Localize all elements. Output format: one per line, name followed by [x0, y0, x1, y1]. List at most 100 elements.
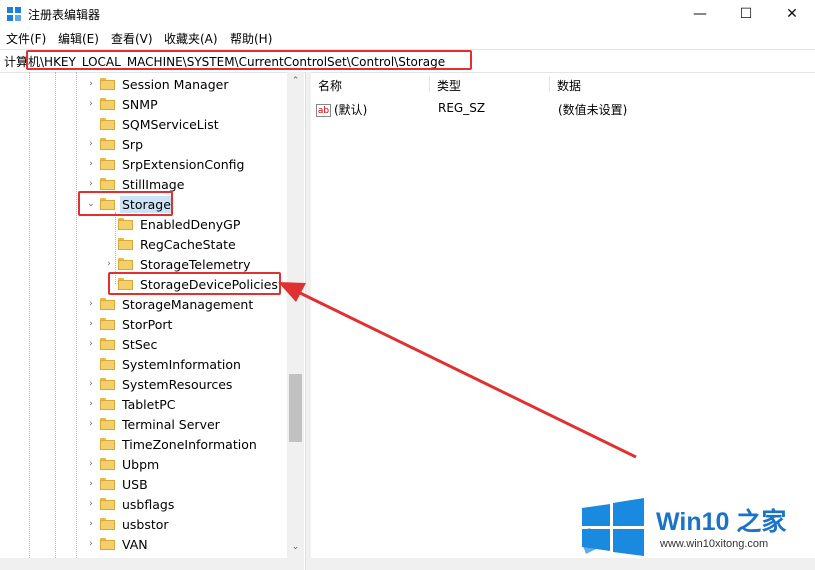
tree-scrollbar[interactable]: ⌃ ⌄ [287, 72, 304, 558]
tree-item-label: RegCacheState [140, 236, 236, 252]
scroll-up-icon[interactable]: ⌃ [287, 72, 304, 89]
storage-device-policies-highlight-box [108, 272, 281, 295]
folder-icon [100, 158, 115, 170]
tree-guide-line [55, 72, 56, 558]
watermark: Win10 之家 www.win10xitong.com [582, 496, 810, 560]
tree-item[interactable]: TimeZoneInformation [86, 434, 259, 454]
tree-item[interactable]: › Ubpm [86, 454, 161, 474]
tree-item-label: SystemInformation [122, 356, 241, 372]
minimize-icon: — [693, 6, 707, 22]
chevron-right-icon[interactable]: › [86, 77, 96, 91]
minimize-button[interactable]: — [677, 0, 723, 28]
value-data: (数值未设置) [558, 103, 628, 117]
folder-icon [100, 178, 115, 190]
tree-item[interactable]: › USB [86, 474, 150, 494]
close-button[interactable]: ✕ [769, 0, 815, 28]
tree-item[interactable]: SQMServiceList [86, 114, 221, 134]
tree-item[interactable]: › StSec [86, 334, 159, 354]
chevron-right-icon[interactable]: › [86, 397, 96, 411]
folder-icon [100, 138, 115, 150]
chevron-right-icon[interactable]: › [86, 297, 96, 311]
tree-item[interactable]: › SrpExtensionConfig [86, 154, 246, 174]
folder-icon [100, 118, 115, 130]
menu-view[interactable]: 查看(V) [111, 30, 153, 47]
column-separator[interactable] [429, 76, 430, 92]
folder-icon [100, 298, 115, 310]
value-list-header: 名称 类型 数据 [311, 72, 815, 96]
chevron-right-icon[interactable]: › [86, 457, 96, 471]
folder-icon [100, 318, 115, 330]
tree-item[interactable]: › StorageManagement [86, 294, 255, 314]
tree-guide-line [29, 72, 30, 558]
chevron-right-icon[interactable]: › [86, 417, 96, 431]
tree-item-label: StorPort [122, 316, 173, 332]
tree-item[interactable]: › TabletPC [86, 394, 178, 414]
chevron-right-icon[interactable]: › [86, 337, 96, 351]
regedit-app-icon [7, 7, 21, 21]
tree-item[interactable]: › Terminal Server [86, 414, 222, 434]
tree-item-label: EnabledDenyGP [140, 216, 241, 232]
chevron-right-icon[interactable]: › [86, 497, 96, 511]
column-header-data[interactable]: 数据 [557, 77, 581, 94]
tree-item[interactable]: › VAN [86, 534, 150, 554]
string-value-icon: ab [316, 104, 331, 117]
folder-icon [100, 398, 115, 410]
tree-item[interactable]: › Srp [86, 134, 145, 154]
folder-icon [100, 98, 115, 110]
scroll-thumb[interactable] [289, 374, 302, 442]
tree-item[interactable]: › StorPort [86, 314, 174, 334]
folder-icon [100, 458, 115, 470]
menu-edit[interactable]: 编辑(E) [58, 30, 99, 47]
chevron-right-icon[interactable]: › [86, 377, 96, 391]
tree-item-label: SNMP [122, 96, 158, 112]
table-row[interactable]: ab (默认) REG_SZ (数值未设置) [311, 98, 815, 118]
tree-item[interactable]: › SNMP [86, 94, 160, 114]
chevron-right-icon[interactable]: › [86, 177, 96, 191]
windows-logo-icon [582, 498, 644, 556]
menu-file[interactable]: 文件(F) [6, 30, 46, 47]
arrow-shaft [297, 290, 637, 459]
folder-icon [118, 238, 133, 250]
scroll-down-icon[interactable]: ⌄ [287, 538, 304, 555]
tree-item[interactable]: › usbflags [86, 494, 176, 514]
chevron-right-icon[interactable]: › [104, 257, 114, 271]
tree-item-label: Ubpm [122, 456, 160, 472]
folder-icon [100, 498, 115, 510]
menu-favorites[interactable]: 收藏夹(A) [164, 30, 218, 47]
value-name: (默认) [334, 103, 368, 117]
pane-splitter[interactable] [305, 72, 311, 570]
tree-item-label: TimeZoneInformation [122, 436, 257, 452]
chevron-right-icon[interactable]: › [86, 517, 96, 531]
chevron-right-icon[interactable]: › [86, 97, 96, 111]
chevron-right-icon[interactable]: › [86, 137, 96, 151]
tree-item[interactable]: › SystemResources [86, 374, 234, 394]
chevron-right-icon[interactable]: › [86, 157, 96, 171]
column-header-type[interactable]: 类型 [437, 77, 461, 94]
tree-item[interactable]: SystemInformation [86, 354, 243, 374]
tree-item[interactable]: › usbstor [86, 514, 171, 534]
tree-item[interactable]: › StorageTelemetry [104, 254, 253, 274]
close-icon: ✕ [786, 6, 798, 22]
column-header-name[interactable]: 名称 [318, 77, 342, 94]
column-separator[interactable] [549, 76, 550, 92]
tree-item[interactable]: › Session Manager [86, 74, 230, 94]
watermark-url: www.win10xitong.com [660, 538, 769, 550]
tree-item-label: Srp [122, 136, 144, 152]
tree-item[interactable]: RegCacheState [104, 234, 238, 254]
chevron-right-icon[interactable]: › [86, 317, 96, 331]
maximize-button[interactable]: ☐ [723, 0, 769, 28]
tree-item[interactable]: EnabledDenyGP [104, 214, 242, 234]
tree-item-label: StorageManagement [122, 296, 254, 312]
chevron-right-icon[interactable]: › [86, 537, 96, 551]
tree-item-label: StSec [122, 336, 158, 352]
value-name-cell: ab (默认) [316, 101, 367, 118]
tree-item-label: VAN [122, 536, 148, 552]
menu-help[interactable]: 帮助(H) [230, 30, 272, 47]
chevron-right-icon[interactable]: › [86, 477, 96, 491]
tree-horizontal-scrollbar[interactable] [0, 558, 304, 570]
folder-icon [100, 378, 115, 390]
